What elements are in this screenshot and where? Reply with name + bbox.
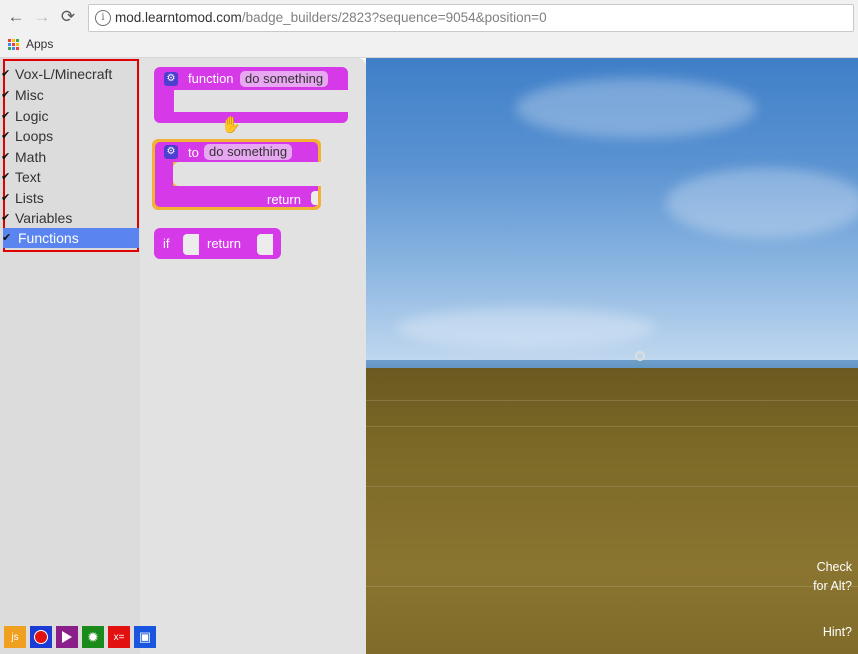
apps-label: Apps (26, 37, 54, 51)
game-viewport[interactable]: Check for Alt? Hint? (366, 58, 858, 654)
return-value-socket[interactable] (257, 234, 273, 255)
back-icon[interactable]: ← (6, 7, 26, 27)
toolbox: ✔ Vox-L/Minecraft ✔ Misc ✔ Logic ✔ Loops ✔ Ma… (0, 58, 140, 654)
category-math[interactable]: ✔ Math (1, 147, 134, 167)
to-keyword: to (188, 145, 199, 160)
block-footer (154, 112, 348, 123)
bug-icon: ✹ (87, 628, 99, 645)
javascript-button[interactable]: js (4, 626, 26, 648)
check-icon: ✔ (1, 171, 11, 183)
if-label: if (163, 236, 170, 251)
return-label: return (207, 236, 241, 251)
condition-socket[interactable] (183, 234, 199, 255)
check-icon: ✔ (2, 232, 12, 244)
category-text[interactable]: ✔ Text (1, 167, 134, 187)
cloud (666, 168, 858, 238)
category-variables[interactable]: ✔ Variables (1, 208, 134, 228)
category-label: Vox-L/Minecraft (15, 66, 113, 82)
ground-plane (366, 368, 858, 654)
url-text: mod.learntomod.com/badge_builders/2823?s… (115, 10, 547, 25)
category-label: Misc (15, 87, 44, 103)
statement-slot (173, 162, 323, 186)
category-logic[interactable]: ✔ Logic (1, 106, 134, 126)
bottom-toolbar: js ✹ x= ▣ (4, 626, 160, 648)
blocks-button[interactable]: ▣ (134, 626, 156, 648)
cloud (396, 308, 656, 348)
grid-line (366, 400, 858, 401)
category-label: Text (15, 169, 41, 185)
category-lists[interactable]: ✔ Lists (1, 188, 134, 208)
check-alt-line1: Check (816, 560, 852, 574)
url-host: mod.learntomod.com (115, 10, 242, 25)
info-icon[interactable]: i (95, 10, 111, 26)
check-icon: ✔ (1, 130, 11, 142)
browser-toolbar: ← → ⟳ i mod.learntomod.com/badge_builder… (0, 0, 858, 58)
grid-line (366, 426, 858, 427)
category-loops[interactable]: ✔ Loops (1, 126, 134, 146)
cloud (516, 78, 756, 138)
run-button[interactable] (56, 626, 78, 648)
address-bar[interactable]: i mod.learntomod.com/badge_builders/2823… (88, 4, 854, 32)
check-alt-line2: for Alt? (813, 579, 852, 593)
check-icon: ✔ (1, 89, 11, 101)
variables-button[interactable]: x= (108, 626, 130, 648)
record-icon (34, 630, 48, 644)
mod-editor: Check for Alt? Hint? ✔ Vox-L/Minecraft ✔ M… (0, 58, 858, 654)
variables-label: x= (113, 631, 125, 643)
category-label: Lists (15, 190, 44, 206)
category-functions[interactable]: ✔ Functions (2, 228, 139, 248)
function-name-field[interactable]: do something (240, 71, 329, 87)
category-label: Loops (15, 128, 54, 144)
statement-slot (174, 90, 348, 112)
reload-icon[interactable]: ⟳ (58, 7, 78, 27)
function-keyword: function (188, 71, 234, 86)
check-for-alt-button[interactable]: Check for Alt? (813, 558, 852, 596)
url-path: /badge_builders/2823?sequence=9054&posit… (241, 10, 547, 25)
block-spine (154, 88, 174, 114)
hint-button[interactable]: Hint? (823, 625, 852, 639)
play-icon (62, 631, 72, 643)
record-button[interactable] (30, 626, 52, 648)
js-label: js (11, 631, 19, 643)
category-label: Logic (15, 108, 49, 124)
hand-cursor-icon: ✋ (221, 117, 241, 134)
check-icon: ✔ (1, 110, 11, 122)
grid-line (366, 586, 858, 587)
category-label: Variables (15, 210, 73, 226)
debug-button[interactable]: ✹ (82, 626, 104, 648)
category-label: Math (15, 149, 47, 165)
check-icon: ✔ (1, 192, 11, 204)
check-icon: ✔ (1, 68, 11, 80)
crosshair-icon (635, 351, 645, 361)
return-label: return (267, 192, 301, 207)
grid-line (366, 486, 858, 487)
apps-grid-icon (8, 38, 19, 50)
gear-icon[interactable]: ⚙ (164, 145, 178, 159)
category-label: Functions (18, 230, 79, 246)
function-name-field[interactable]: do something (204, 144, 293, 160)
return-value-socket[interactable] (311, 191, 318, 205)
block-spine (155, 160, 173, 188)
check-icon: ✔ (1, 151, 11, 163)
gear-icon[interactable]: ⚙ (164, 72, 178, 86)
cube-icon: ▣ (138, 629, 152, 644)
block-flyout: ⚙ function do something ⚙ to do somethin… (140, 58, 366, 654)
apps-bookmark[interactable]: Apps (8, 36, 53, 52)
category-vox-l-minecraft[interactable]: ✔ Vox-L/Minecraft (1, 64, 134, 84)
forward-icon[interactable]: → (32, 7, 52, 27)
category-misc[interactable]: ✔ Misc (1, 85, 134, 105)
check-icon: ✔ (1, 212, 11, 224)
